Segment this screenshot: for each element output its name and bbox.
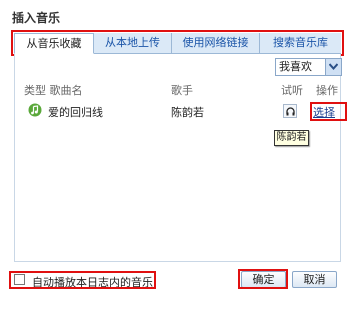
chevron-down-icon[interactable]: [325, 59, 341, 75]
header-listen: 试听: [281, 84, 303, 97]
header-singer: 歌手: [171, 84, 193, 97]
singer-tooltip: 陈韵若: [274, 130, 309, 146]
autoplay-highlight-frame: [9, 271, 156, 289]
song-title: 爱的回归线: [48, 106, 103, 119]
cancel-button[interactable]: 取消: [292, 271, 337, 288]
tabs-highlight-frame: [11, 30, 344, 56]
select-highlight-frame: [310, 102, 347, 121]
song-singer: 陈韵若: [171, 106, 204, 119]
category-select-value: 我喜欢: [279, 60, 312, 73]
category-select[interactable]: 我喜欢: [275, 58, 342, 76]
headphones-icon[interactable]: [283, 104, 297, 118]
header-action: 操作: [316, 84, 338, 97]
ok-highlight-frame: [238, 269, 288, 289]
music-note-icon: [28, 103, 42, 117]
header-type-name: 类型 歌曲名: [24, 84, 83, 97]
dialog-title: 插入音乐: [12, 11, 61, 25]
